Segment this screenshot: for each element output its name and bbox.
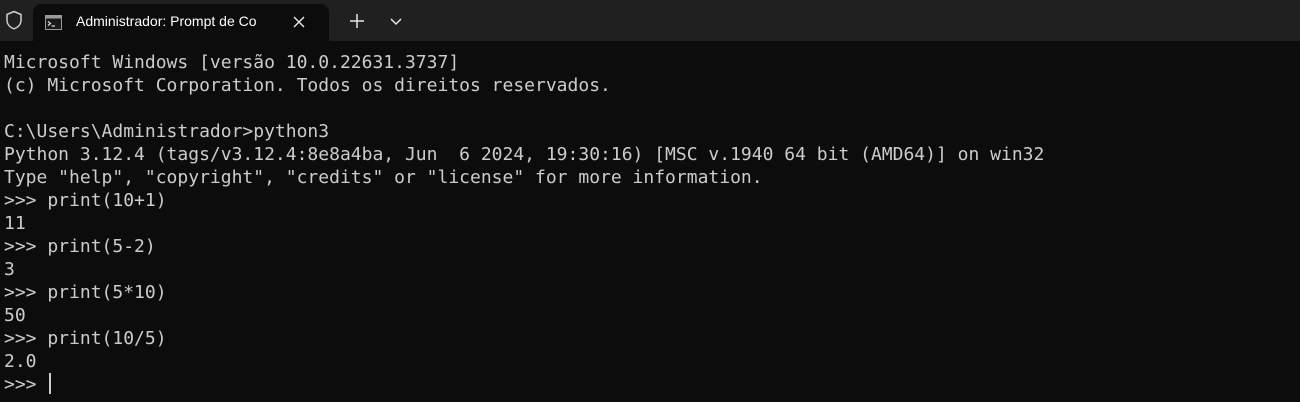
shield-icon[interactable] <box>5 10 23 30</box>
prompt-line[interactable]: >>> <box>4 373 1294 396</box>
console-line: >>> print(5-2) <box>4 236 156 257</box>
console-line: >>> print(10+1) <box>4 190 167 211</box>
console-output[interactable]: Microsoft Windows [versão 10.0.22631.373… <box>4 51 1294 396</box>
console-line: >>> print(10/5) <box>4 328 167 349</box>
tab-bar: Administrador: Prompt de Co <box>0 0 1300 41</box>
console-line: 50 <box>4 305 26 326</box>
text-cursor <box>49 373 52 394</box>
chevron-down-icon[interactable] <box>386 12 406 30</box>
console-line: (c) Microsoft Corporation. Todos os dire… <box>4 75 611 96</box>
terminal-window: Administrador: Prompt de Co Microsoft Wi… <box>0 0 1300 402</box>
console-line: 2.0 <box>4 351 37 372</box>
plus-icon[interactable] <box>346 12 368 30</box>
console-line: Type "help", "copyright", "credits" or "… <box>4 167 763 188</box>
console-line: >>> print(5*10) <box>4 282 167 303</box>
console-line: C:\Users\Administrador>python3 <box>4 121 330 142</box>
console-line: 3 <box>4 259 15 280</box>
console-line: 11 <box>4 213 26 234</box>
console-line: Python 3.12.4 (tags/v3.12.4:8e8a4ba, Jun… <box>4 144 1045 165</box>
console-line: Microsoft Windows [versão 10.0.22631.373… <box>4 52 460 73</box>
close-icon[interactable] <box>292 15 306 29</box>
cmd-terminal-icon <box>45 15 62 30</box>
tab-command-prompt[interactable]: Administrador: Prompt de Co <box>33 4 329 41</box>
python-prompt: >>> <box>4 374 48 395</box>
tab-title: Administrador: Prompt de Co <box>76 13 257 29</box>
